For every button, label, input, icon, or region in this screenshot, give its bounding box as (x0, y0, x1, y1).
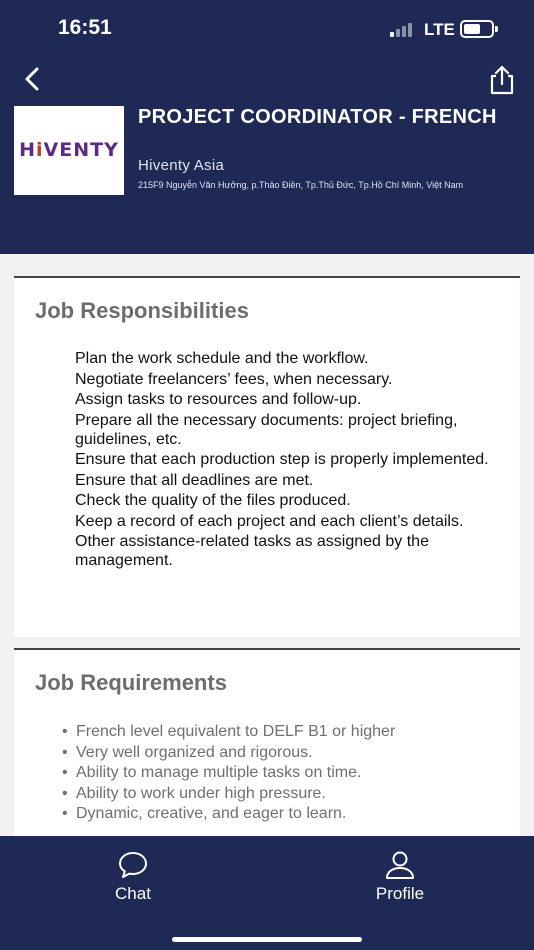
requirement-item: French level equivalent to DELF B1 or hi… (62, 722, 502, 741)
status-bar: 16:51 LTE (0, 0, 534, 56)
home-indicator[interactable] (172, 937, 362, 942)
requirement-item: Very well organized and rigorous. (62, 743, 502, 762)
status-time: 16:51 (58, 16, 112, 39)
responsibilities-card: Job Responsibilities Plan the work sched… (14, 276, 520, 637)
tab-chat-label: Chat (115, 884, 151, 903)
responsibility-item: Other assistance-related tasks as assign… (75, 533, 429, 569)
requirement-item: Dynamic, creative, and eager to learn. (62, 804, 502, 823)
battery-icon (460, 20, 498, 38)
responsibility-item: Ensure that each production step is prop… (75, 451, 489, 468)
job-title: PROJECT COORDINATOR - FRENCH (138, 106, 497, 128)
user-icon (386, 851, 414, 879)
responsibilities-heading: Job Responsibilities (35, 298, 249, 323)
company-address: 215F9 Nguyễn Văn Hưởng, p.Thảo Điền, Tp.… (138, 180, 464, 190)
tab-chat[interactable]: Chat (73, 850, 193, 910)
share-button[interactable] (486, 64, 518, 96)
requirements-heading: Job Requirements (35, 670, 227, 695)
responsibility-item: Keep a record of each project and each c… (75, 512, 464, 530)
chevron-left-icon (25, 67, 39, 91)
tab-profile[interactable]: Profile (340, 850, 460, 910)
tab-profile-label: Profile (375, 884, 425, 903)
company-logo: HiVENTY (14, 106, 124, 195)
responsibility-item: Plan the work schedule and the workflow. (75, 350, 369, 367)
chat-bubble-icon (119, 852, 147, 878)
back-button[interactable] (18, 64, 48, 94)
responsibilities-list: Plan the work schedule and the workflow.… (75, 349, 495, 572)
share-icon (490, 65, 514, 95)
requirements-list: French level equivalent to DELF B1 or hi… (62, 722, 502, 825)
company-name: Hiventy Asia (138, 157, 225, 174)
signal-icon (390, 23, 418, 37)
job-header: 16:51 LTE HiVENTY PROJECT COORDINATOR - … (0, 0, 534, 254)
responsibility-item: Prepare all the necessary documents: pro… (75, 411, 458, 448)
responsibility-item: Check the quality of the files produced. (75, 492, 351, 509)
responsibility-item: Negotiate freelancers’ fees, when necess… (75, 370, 393, 388)
network-label: LTE (424, 20, 455, 39)
logo-wordmark: HiVENTY (19, 139, 119, 161)
responsibility-item: Assign tasks to resources and follow-up. (75, 391, 362, 408)
requirement-item: Ability to manage multiple tasks on time… (62, 763, 502, 782)
requirement-item: Ability to work under high pressure. (62, 784, 502, 803)
responsibility-item: Ensure that all deadlines are met. (75, 471, 314, 489)
requirements-card: Job Requirements French level equivalent… (14, 648, 520, 836)
bottom-tab-bar: Chat Profile (0, 836, 534, 950)
